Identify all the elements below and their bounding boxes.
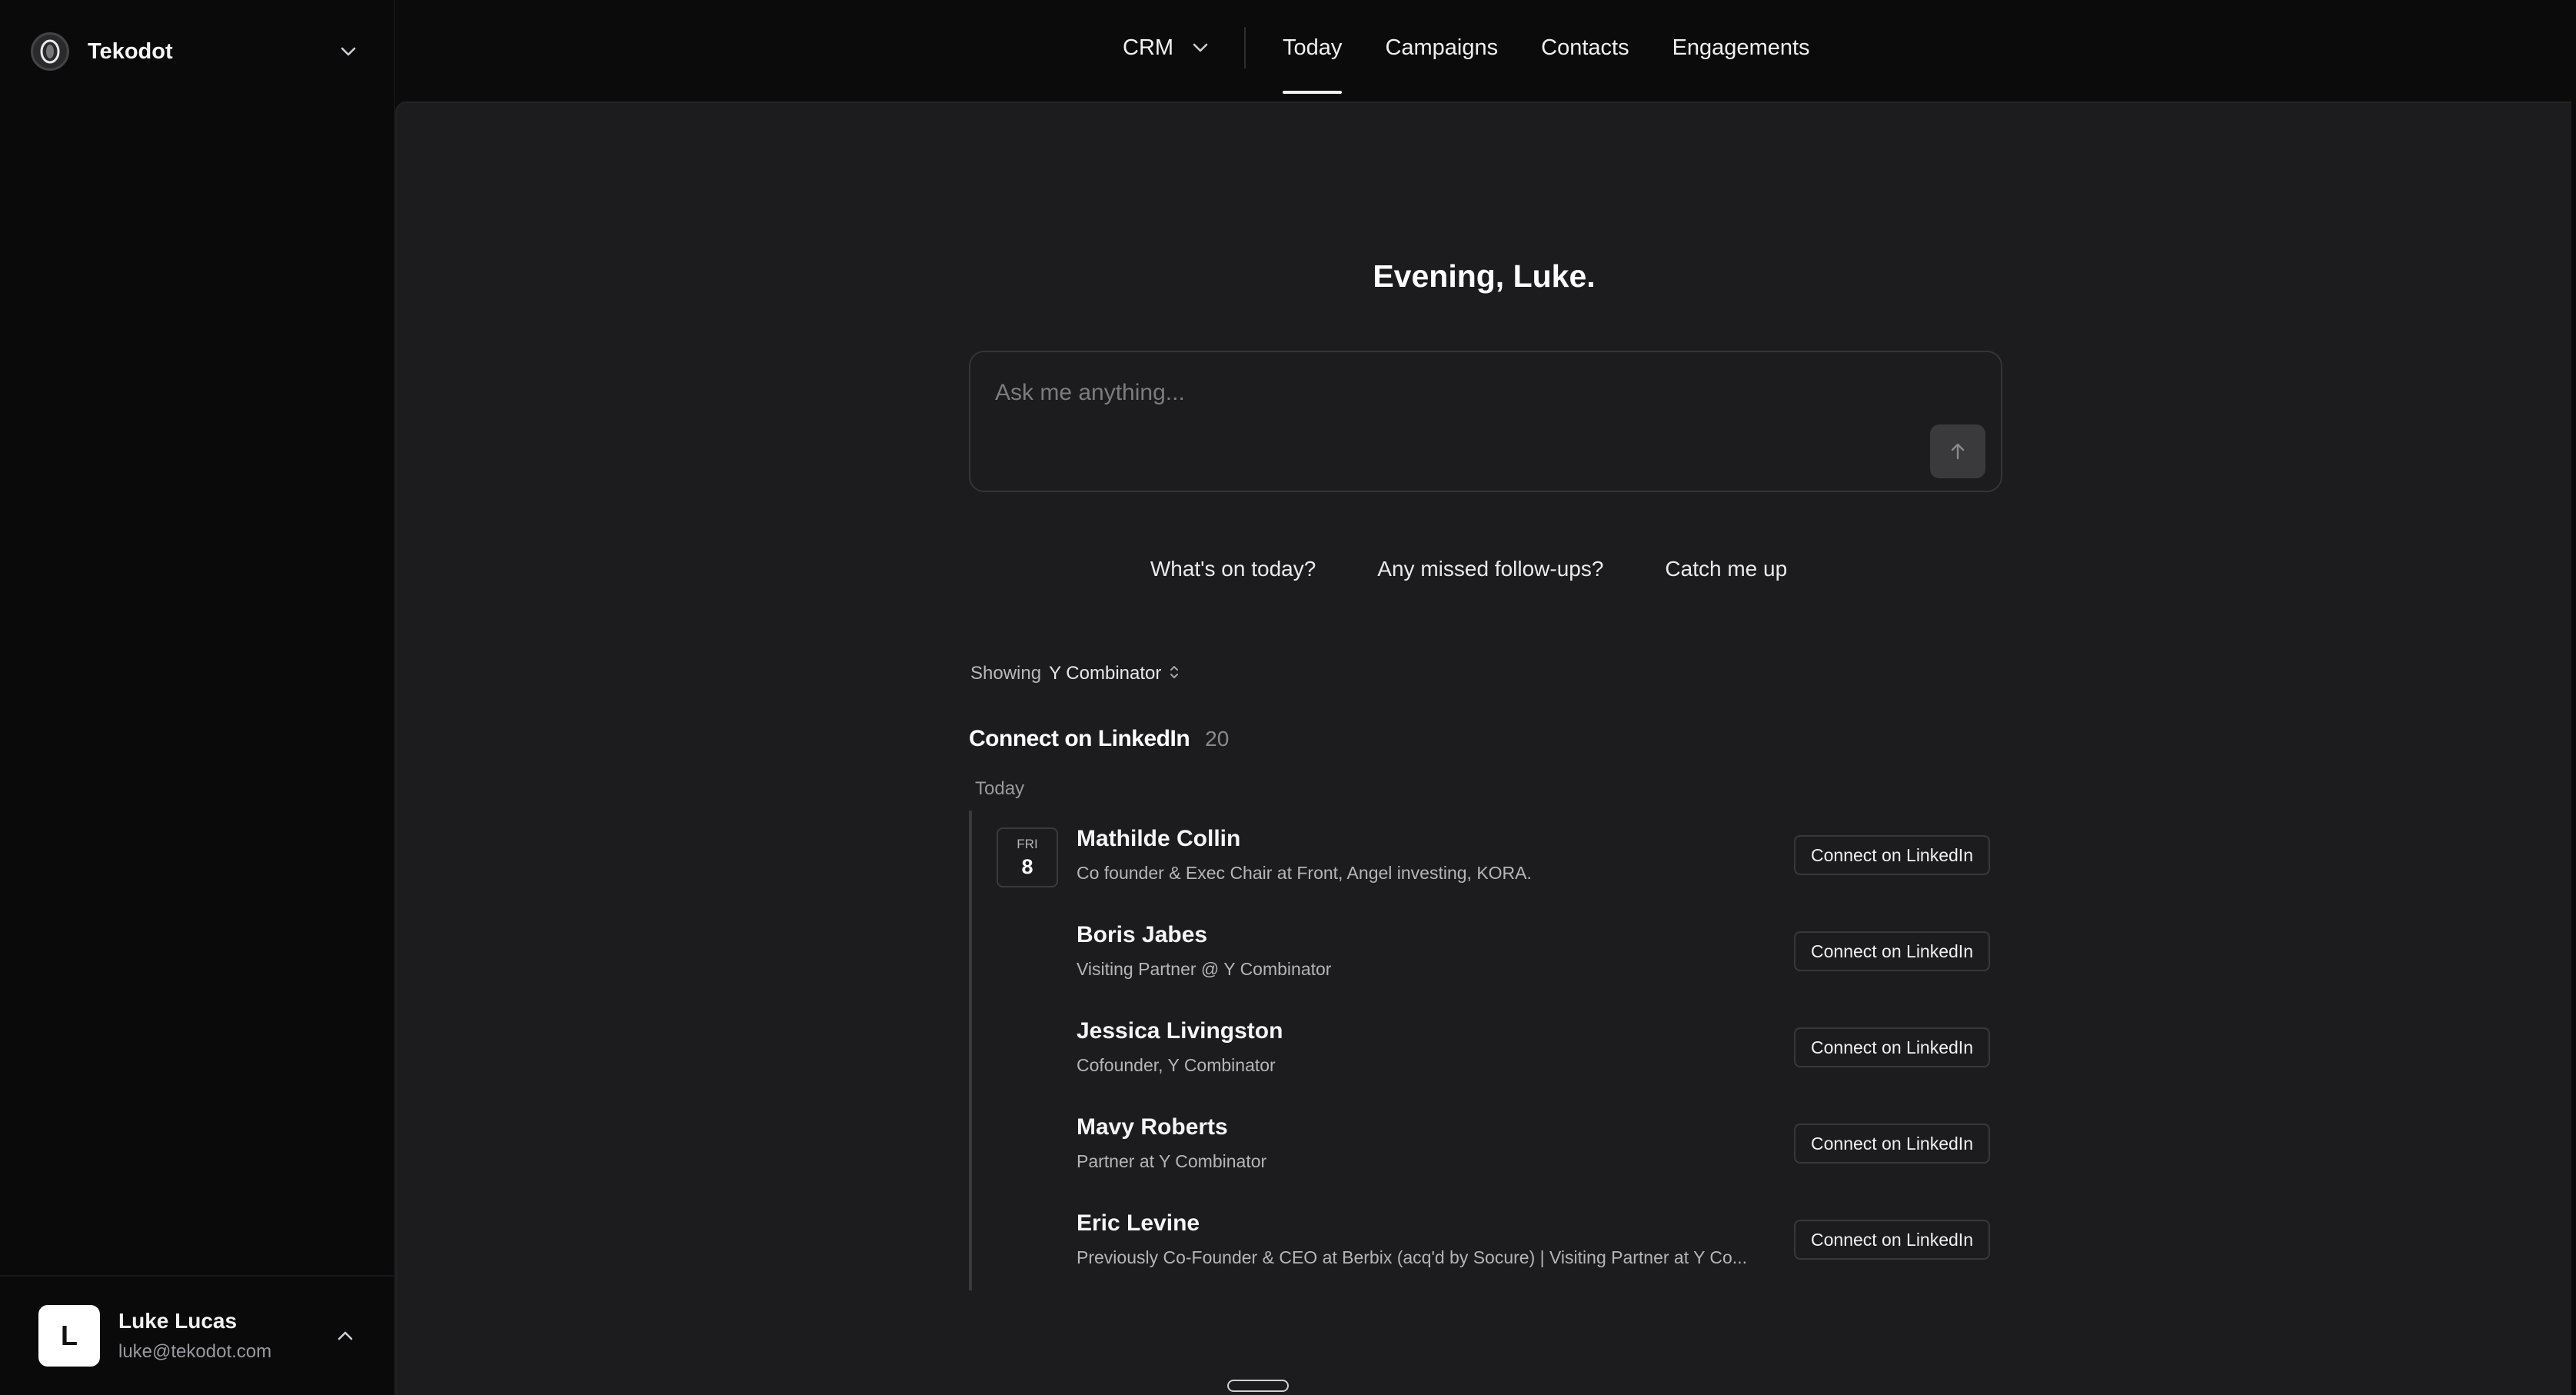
contact-desc: Co founder & Exec Chair at Front, Angel … [1077, 863, 1532, 883]
crm-dropdown[interactable]: CRM [1123, 35, 1244, 61]
list-item: Eric Levine Previously Co-Founder & CEO … [1077, 1210, 2002, 1307]
filter-label: Showing [970, 663, 1042, 684]
filter-value: Y Combinator [1049, 663, 1162, 684]
chevron-down-icon [335, 38, 361, 65]
contact-desc: Cofounder, Y Combinator [1077, 1055, 1276, 1075]
list-item: Jessica Livingston Cofounder, Y Combinat… [1077, 1018, 2002, 1114]
list-item: Mavy Roberts Partner at Y Combinator Con… [1077, 1114, 2002, 1210]
connect-linkedin-button[interactable]: Connect on LinkedIn [1794, 1220, 1990, 1260]
contact-desc: Previously Co-Founder & CEO at Berbix (a… [1077, 1247, 1747, 1267]
workspace-switcher[interactable]: Tekodot [31, 31, 361, 72]
contact-desc: Visiting Partner @ Y Combinator [1077, 959, 1332, 979]
top-nav: CRM Today Campaigns Contacts Engagements [1123, 0, 1853, 95]
arrow-up-icon [1951, 443, 1965, 460]
date-badge: FRI 8 [997, 827, 1058, 887]
connect-linkedin-button[interactable]: Connect on LinkedIn [1794, 835, 1990, 875]
section-count: 20 [1205, 727, 1230, 751]
crm-label: CRM [1123, 35, 1174, 60]
section-header: Connect on LinkedIn 20 [969, 726, 1229, 752]
page-title: Evening, Luke. [1373, 258, 1596, 294]
nav-divider [1244, 27, 1246, 68]
list-filter[interactable]: Showing Y Combinator [970, 663, 1180, 684]
ask-box [969, 351, 2002, 492]
user-info: Luke Lucas luke@tekodot.com [118, 1309, 332, 1363]
connect-linkedin-button[interactable]: Connect on LinkedIn [1794, 1124, 1990, 1164]
list-item: Boris Jabes Visiting Partner @ Y Combina… [1077, 922, 2002, 1018]
send-button[interactable] [1930, 424, 1985, 478]
tekodot-logo-icon [31, 32, 69, 71]
contact-list: Mathilde Collin Co founder & Exec Chair … [1077, 826, 2002, 1307]
user-menu[interactable]: L Luke Lucas luke@tekodot.com [0, 1275, 395, 1395]
user-name: Luke Lucas [118, 1309, 238, 1333]
date-day: 8 [1021, 855, 1033, 878]
chevron-down-icon [1187, 35, 1213, 61]
workspace-name: Tekodot [88, 38, 173, 64]
suggestion-whats-on-today[interactable]: What's on today? [1150, 557, 1316, 581]
updown-chevron-icon [1169, 664, 1180, 684]
tab-engagements[interactable]: Engagements [1672, 0, 1810, 95]
tab-contacts[interactable]: Contacts [1541, 0, 1629, 95]
section-title: Connect on LinkedIn [969, 726, 1190, 751]
avatar: L [38, 1305, 100, 1367]
day-label: Today [975, 778, 1025, 799]
chevron-up-icon [332, 1323, 358, 1349]
app-root: Tekodot L Luke Lucas luke@tekodot.com CR… [0, 0, 2576, 1395]
suggestion-catch-me-up[interactable]: Catch me up [1665, 557, 1787, 581]
scroll-indicator[interactable] [1227, 1380, 1289, 1392]
connect-linkedin-button[interactable]: Connect on LinkedIn [1794, 931, 1990, 971]
suggestion-missed-follow-ups[interactable]: Any missed follow-ups? [1377, 557, 1603, 581]
date-dow: FRI [1017, 837, 1038, 851]
timeline-bar [969, 811, 972, 1290]
suggestion-chips: What's on today? Any missed follow-ups? … [397, 557, 2571, 581]
tab-campaigns[interactable]: Campaigns [1385, 0, 1498, 95]
tab-today[interactable]: Today [1283, 0, 1343, 95]
sidebar: Tekodot L Luke Lucas luke@tekodot.com [0, 0, 395, 1395]
ask-input[interactable] [995, 375, 1841, 411]
list-item: Mathilde Collin Co founder & Exec Chair … [1077, 826, 2002, 922]
contact-desc: Partner at Y Combinator [1077, 1151, 1267, 1171]
user-email: luke@tekodot.com [118, 1341, 272, 1362]
connect-linkedin-button[interactable]: Connect on LinkedIn [1794, 1027, 1990, 1067]
main-panel: Evening, Luke. What's on today? Any miss… [395, 102, 2571, 1395]
